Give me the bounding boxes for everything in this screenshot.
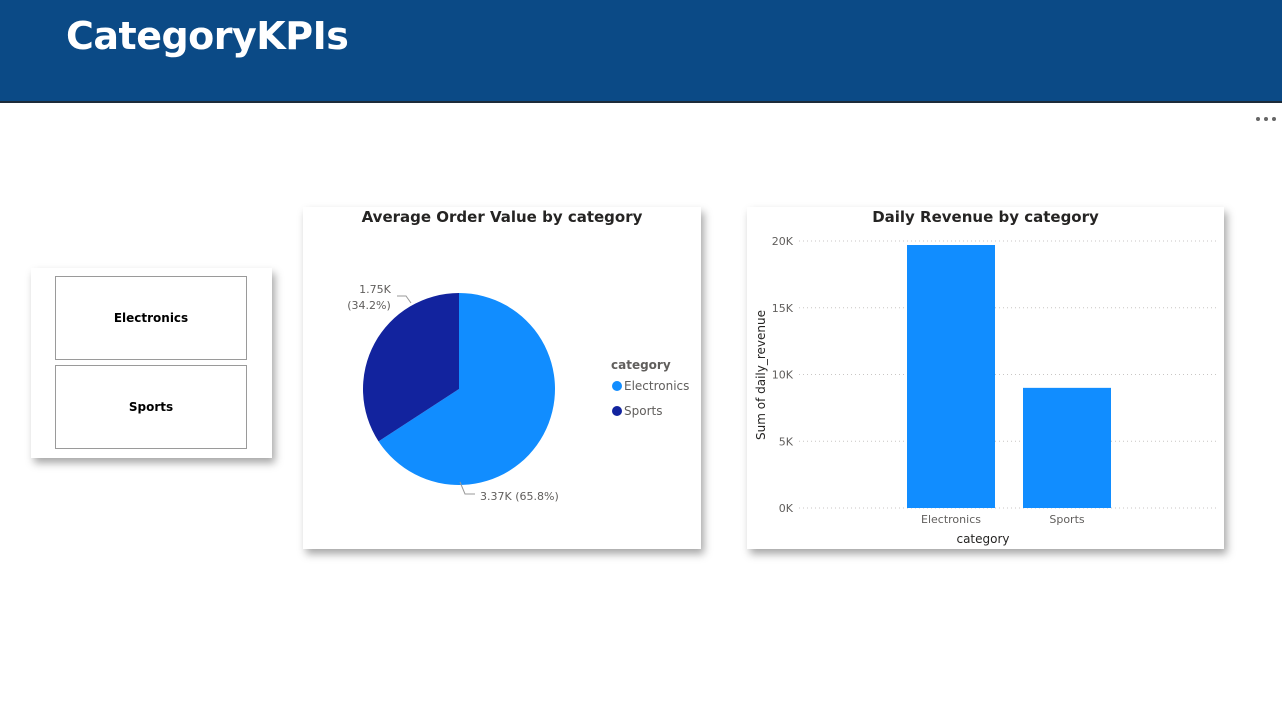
legend-item-sports[interactable]: Sports: [624, 404, 662, 418]
y-tick-label: 10K: [772, 369, 794, 382]
slicer-item-electronics[interactable]: Electronics: [55, 276, 247, 360]
bar-chart: 0K 5K 10K 15K 20K Electronics Sports categor…: [754, 235, 1217, 546]
legend-marker-sports: [612, 406, 622, 416]
y-tick-label: 0K: [779, 502, 794, 515]
x-tick-label-electronics: Electronics: [921, 513, 981, 526]
legend-marker-electronics: [612, 381, 622, 391]
report-header: CategoryKPIs: [0, 0, 1282, 103]
y-tick-label: 20K: [772, 235, 794, 248]
slicer-item-sports[interactable]: Sports: [55, 365, 247, 449]
data-label-sports-pct: (34.2%): [347, 299, 391, 312]
data-label-sports-value: 1.75K: [359, 283, 391, 296]
legend-item-electronics[interactable]: Electronics: [624, 379, 689, 393]
category-slicer: Electronics Sports: [31, 268, 272, 458]
y-tick-label: 5K: [779, 435, 794, 448]
x-tick-label-sports: Sports: [1049, 513, 1085, 526]
pie-chart: 1.75K (34.2%) 3.37K (65.8%) category Ele…: [347, 283, 689, 503]
pie-chart-card: Average Order Value by category 1.75K (3…: [303, 207, 701, 549]
legend-title: category: [611, 358, 671, 372]
page-title: CategoryKPIs: [66, 14, 349, 58]
more-options-icon[interactable]: [1256, 112, 1276, 126]
bar-sports[interactable]: [1023, 387, 1111, 508]
leader-line-sports: [397, 295, 412, 304]
x-axis-title: category: [956, 532, 1009, 546]
bar-electronics[interactable]: [907, 245, 995, 508]
data-label-electronics: 3.37K (65.8%): [480, 490, 559, 503]
y-tick-label: 15K: [772, 302, 794, 315]
y-axis-title: Sum of daily_revenue: [754, 310, 768, 440]
bar-chart-card: Daily Revenue by category 0K 5K 10K 15K 20K …: [747, 207, 1224, 549]
